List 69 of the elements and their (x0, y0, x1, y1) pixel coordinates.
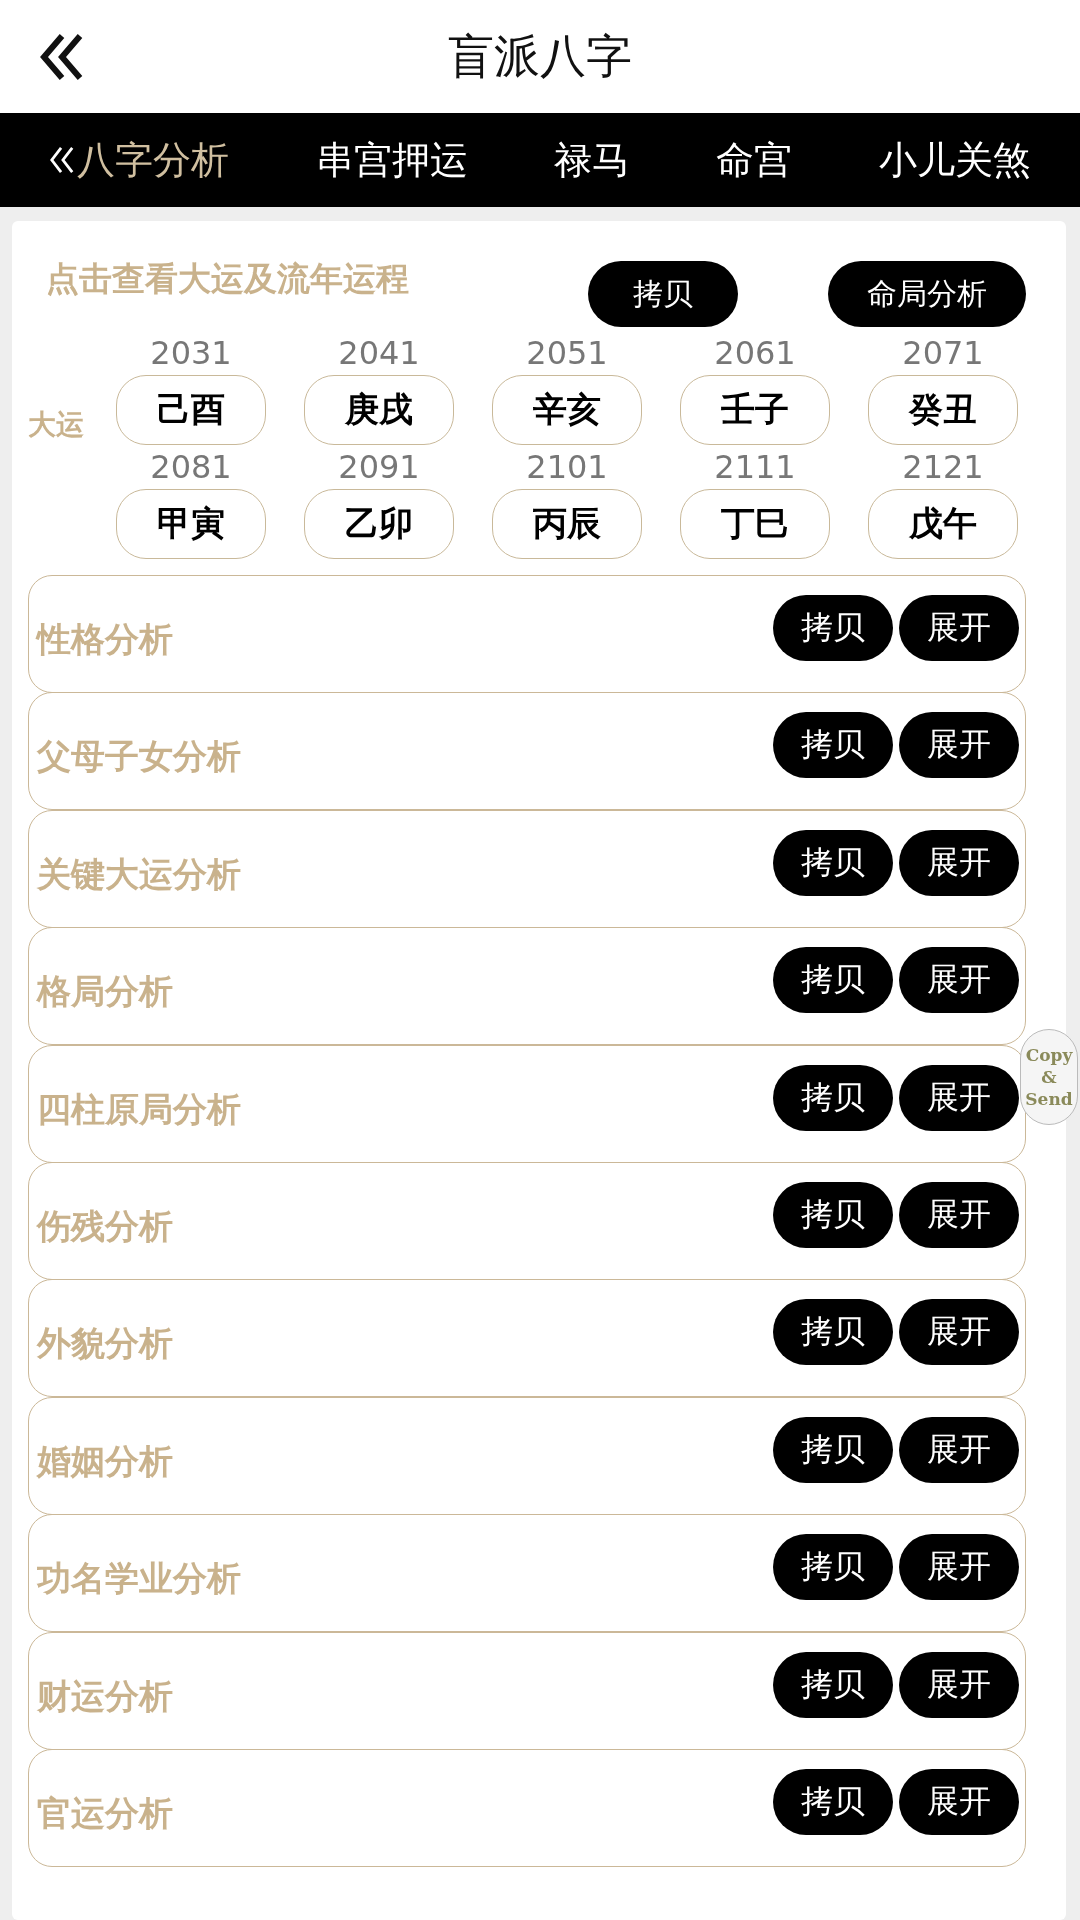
page-title: 盲派八字 (448, 27, 632, 85)
expand-button[interactable]: 展开 (899, 1769, 1019, 1836)
copy-button[interactable]: 拷贝 (773, 595, 893, 661)
copy-button[interactable]: 拷贝 (773, 1534, 893, 1601)
section-title: 婚姻分析 (37, 1439, 173, 1483)
expand-button[interactable]: 展开 (899, 595, 1019, 661)
tab[interactable]: 八字分析 (49, 134, 230, 186)
section-row[interactable]: 功名学业分析 拷贝 展开 (28, 1514, 1026, 1633)
tab[interactable]: 串宫押运 (315, 134, 468, 186)
section-row[interactable]: 外貌分析 拷贝 展开 (28, 1279, 1026, 1398)
expand-button[interactable]: 展开 (899, 1064, 1019, 1131)
pillar-button[interactable]: 乙卯 (304, 489, 454, 559)
pillar-button[interactable]: 己酉 (116, 375, 266, 445)
year-label: 2081 (150, 447, 232, 488)
section-row[interactable]: 父母子女分析 拷贝 展开 (28, 692, 1026, 811)
tab[interactable]: 禄马 (553, 134, 630, 186)
analysis-button[interactable]: 命局分析 (828, 261, 1026, 327)
copy-button[interactable]: 拷贝 (588, 261, 738, 327)
pillar-button[interactable]: 戊午 (868, 489, 1018, 559)
year-label: 2111 (714, 447, 796, 488)
tab[interactable]: 命宫 (716, 134, 793, 186)
section-title: 伤残分析 (37, 1205, 173, 1249)
section-title: 财运分析 (37, 1674, 173, 1718)
year-label: 2051 (526, 333, 608, 374)
year-label: 2031 (150, 333, 232, 374)
copy-button[interactable]: 拷贝 (773, 829, 893, 896)
pillar-button[interactable]: 癸丑 (868, 375, 1018, 445)
expand-button[interactable]: 展开 (899, 1299, 1019, 1366)
pillar-button[interactable]: 辛亥 (492, 375, 642, 445)
copy-button[interactable]: 拷贝 (773, 1182, 893, 1249)
year-label: 2071 (902, 333, 984, 374)
section-title: 性格分析 (37, 618, 173, 661)
copy-button[interactable]: 拷贝 (773, 1769, 893, 1836)
copy-button[interactable]: 拷贝 (773, 1299, 893, 1366)
section-row[interactable]: 格局分析 拷贝 展开 (28, 927, 1026, 1046)
pillar-button[interactable]: 庚戌 (304, 375, 454, 445)
section-title: 功名学业分析 (37, 1557, 241, 1601)
section-title: 官运分析 (37, 1792, 173, 1836)
section-title: 四柱原局分析 (37, 1087, 241, 1131)
expand-button[interactable]: 展开 (899, 1182, 1019, 1249)
pillar-button[interactable]: 丁巳 (680, 489, 830, 559)
expand-button[interactable]: 展开 (899, 1416, 1019, 1483)
pillar-button[interactable]: 甲寅 (116, 489, 266, 559)
double-chevron-icon (49, 145, 76, 175)
section-title: 关键大运分析 (37, 852, 241, 896)
year-label: 2091 (338, 447, 420, 488)
section-title: 格局分析 (37, 970, 173, 1014)
expand-button[interactable]: 展开 (899, 1534, 1019, 1601)
pillar-button[interactable]: 丙辰 (492, 489, 642, 559)
tab[interactable]: 小儿关煞 (878, 134, 1031, 186)
pillar-button[interactable]: 壬子 (680, 375, 830, 445)
expand-button[interactable]: 展开 (899, 947, 1019, 1014)
copy-button[interactable]: 拷贝 (773, 1416, 893, 1483)
section-title: 父母子女分析 (37, 735, 241, 779)
copy-button[interactable]: 拷贝 (773, 1651, 893, 1718)
copy-button[interactable]: 拷贝 (773, 712, 893, 779)
year-label: 2121 (902, 447, 984, 488)
expand-button[interactable]: 展开 (899, 829, 1019, 896)
copy-button[interactable]: 拷贝 (773, 947, 893, 1014)
expand-button[interactable]: 展开 (899, 1651, 1019, 1718)
copy-button[interactable]: 拷贝 (773, 1064, 893, 1131)
section-row[interactable]: 官运分析 拷贝 展开 (28, 1749, 1026, 1868)
hint-text: 点击查看大运及流年运程 (46, 257, 410, 300)
section-title: 外貌分析 (37, 1322, 173, 1366)
year-label: 2041 (338, 333, 420, 374)
dayun-label: 大运 (28, 407, 85, 443)
expand-button[interactable]: 展开 (899, 712, 1019, 779)
year-label: 2061 (714, 333, 796, 374)
year-label: 2101 (526, 447, 608, 488)
